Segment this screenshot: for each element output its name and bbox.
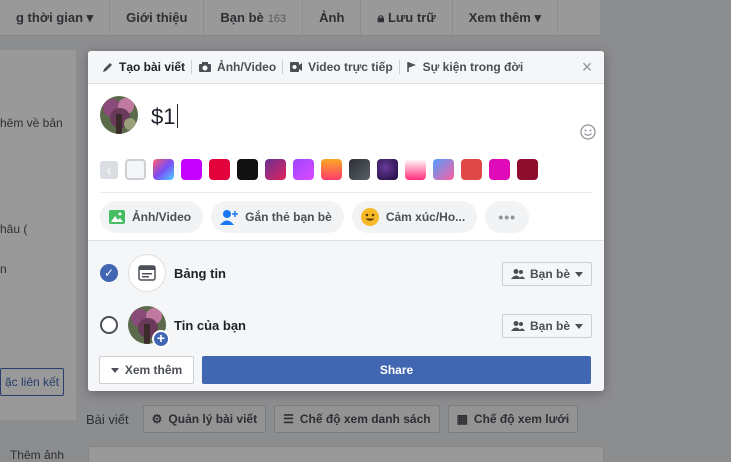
swatch[interactable] (461, 159, 482, 180)
swatch[interactable] (377, 159, 398, 180)
audience-label: Bảng tin (174, 265, 226, 281)
pencil-icon (103, 63, 112, 72)
smiley-icon (360, 208, 379, 226)
privacy-label: Bạn bè (529, 267, 570, 281)
chevron-down-icon (575, 323, 583, 329)
swatch[interactable] (517, 159, 538, 180)
tab-live-video[interactable]: Video trực tiếp (283, 51, 399, 84)
camera-icon (199, 62, 212, 72)
avatar: + (128, 306, 170, 348)
post-text: $1 (151, 104, 176, 129)
checkbox-unchecked[interactable] (100, 316, 118, 334)
composer-actions: Ảnh/Video Gắn thẻ bạn bè Cảm xúc/Ho... •… (100, 201, 530, 233)
tag-friend-icon (220, 210, 239, 225)
swatch[interactable] (293, 159, 314, 180)
tag-friends-button[interactable]: Gắn thẻ bạn bè (211, 201, 344, 233)
background-swatches: ‹ (100, 159, 538, 180)
swatch[interactable] (153, 159, 174, 180)
audience-label: Tin của bạn (174, 317, 246, 333)
checkbox-checked[interactable]: ✓ (100, 264, 118, 282)
swatch[interactable] (489, 159, 510, 180)
swatch[interactable] (181, 159, 202, 180)
photo-icon (109, 210, 125, 224)
close-icon[interactable]: × (580, 58, 594, 76)
tab-label: Video trực tiếp (308, 60, 393, 74)
composer-header: Tạo bài viết Ảnh/Video Video trực tiếp S… (88, 51, 604, 84)
privacy-selector[interactable]: Bạn bè (501, 262, 592, 286)
text-caret (177, 104, 179, 128)
video-icon (290, 62, 303, 72)
photo-video-button[interactable]: Ảnh/Video (100, 201, 204, 233)
tab-life-event[interactable]: Sự kiện trong đời (400, 51, 530, 84)
swatch[interactable] (405, 159, 426, 180)
audience-row-news-feed[interactable]: ✓ Bảng tin Bạn bè (100, 253, 592, 293)
action-label: Ảnh/Video (132, 210, 192, 224)
audience-row-story[interactable]: + Tin của bạn Bạn bè (100, 305, 592, 348)
swatch[interactable] (433, 159, 454, 180)
post-text-input[interactable]: $1 (151, 104, 179, 130)
see-more-label: Xem thêm (124, 363, 183, 377)
chevron-left-icon[interactable]: ‹ (100, 160, 118, 179)
news-feed-icon (128, 254, 166, 292)
swatch[interactable] (125, 159, 146, 180)
composer-body: $1 (88, 84, 604, 158)
more-options-button[interactable]: ••• (485, 201, 530, 233)
chevron-down-icon (575, 271, 583, 277)
action-label: Gắn thẻ bạn bè (245, 210, 332, 224)
emoji-icon[interactable] (580, 124, 596, 140)
tab-label: Tạo bài viết (119, 60, 186, 74)
swatch[interactable] (265, 159, 286, 180)
tab-label: Ảnh/Video (217, 60, 277, 74)
privacy-selector[interactable]: Bạn bè (501, 314, 592, 338)
friends-icon (510, 269, 525, 279)
avatar (100, 96, 138, 134)
chevron-down-icon (110, 367, 119, 373)
swatch[interactable] (321, 159, 342, 180)
tab-create-post[interactable]: Tạo bài viết (96, 51, 191, 84)
swatch[interactable] (237, 159, 258, 180)
swatch[interactable] (209, 159, 230, 180)
tab-photo-video[interactable]: Ảnh/Video (192, 51, 282, 84)
privacy-label: Bạn bè (529, 319, 570, 333)
post-composer: Tạo bài viết Ảnh/Video Video trực tiếp S… (88, 51, 604, 391)
swatch[interactable] (349, 159, 370, 180)
action-label: Cảm xúc/Ho... (385, 210, 466, 224)
friends-icon (510, 321, 525, 331)
composer-footer: Xem thêm Share (99, 356, 591, 384)
divider (100, 192, 592, 193)
share-button[interactable]: Share (202, 356, 591, 384)
flag-icon (406, 62, 416, 72)
see-more-button[interactable]: Xem thêm (99, 356, 194, 384)
plus-icon: + (152, 330, 170, 348)
tab-label: Sự kiện trong đời (422, 60, 524, 74)
feeling-activity-button[interactable]: Cảm xúc/Ho... (351, 201, 478, 233)
